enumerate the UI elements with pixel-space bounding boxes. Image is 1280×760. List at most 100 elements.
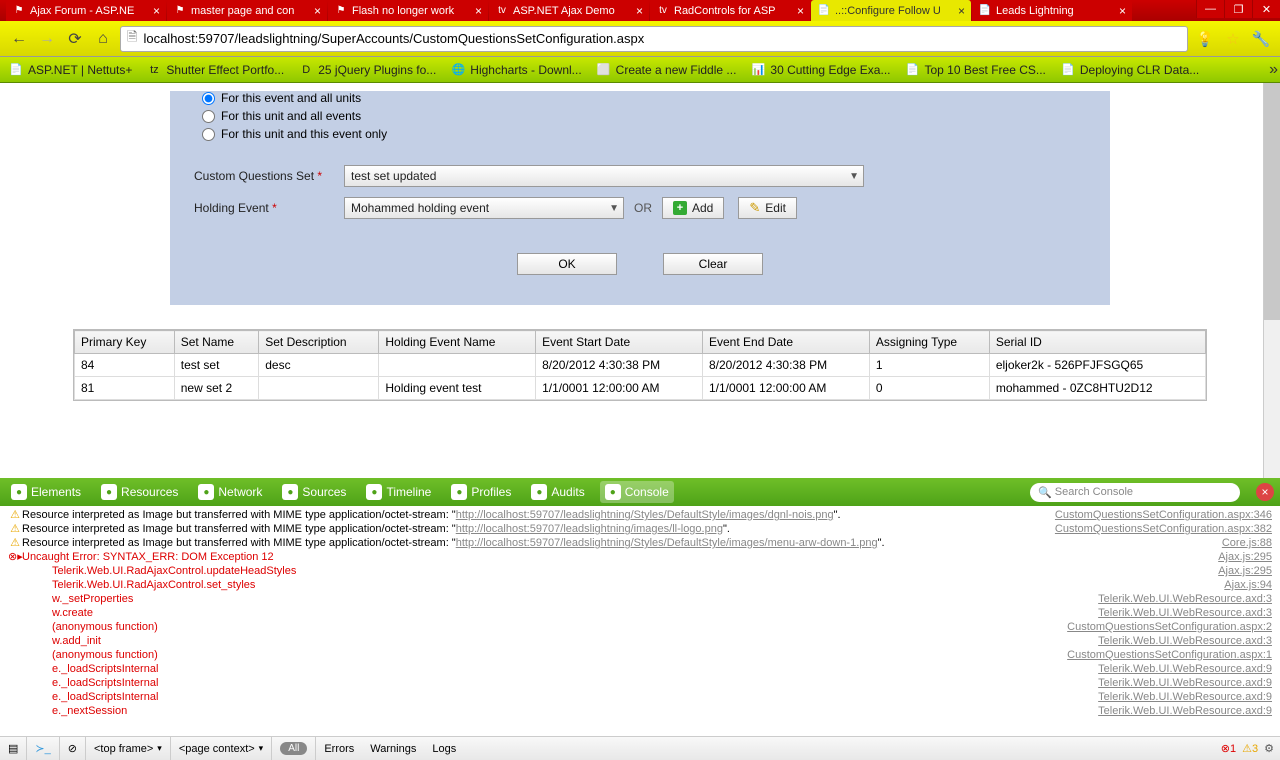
- log-source-link[interactable]: Core.js:88: [1222, 536, 1272, 550]
- grid-header[interactable]: Set Description: [259, 331, 379, 354]
- devtools-tab-resources[interactable]: ●Resources: [96, 481, 183, 503]
- filter-logs[interactable]: Logs: [424, 737, 464, 760]
- bookmark-item[interactable]: ⬜Create a new Fiddle ...: [596, 62, 737, 78]
- stack-source-link[interactable]: Ajax.js:94: [1224, 578, 1272, 592]
- devtools-tab-elements[interactable]: ●Elements: [6, 481, 86, 503]
- log-source-link[interactable]: CustomQuestionsSetConfiguration.aspx:382: [1055, 522, 1272, 536]
- stack-source-link[interactable]: CustomQuestionsSetConfiguration.aspx:1: [1067, 648, 1272, 662]
- tab-close-icon[interactable]: ×: [958, 4, 965, 18]
- address-input[interactable]: [143, 31, 1181, 46]
- tab-close-icon[interactable]: ×: [153, 4, 160, 18]
- wrench-icon[interactable]: 🔧: [1250, 28, 1272, 50]
- bookmark-item[interactable]: D25 jQuery Plugins fo...: [298, 62, 436, 78]
- browser-tab[interactable]: ⚑Flash no longer work×: [328, 0, 488, 21]
- add-button[interactable]: + Add: [662, 197, 724, 219]
- grid-header[interactable]: Set Name: [174, 331, 258, 354]
- holding-event-select[interactable]: Mohammed holding event▼: [344, 197, 624, 219]
- stack-source-link[interactable]: Telerik.Web.UI.WebResource.axd:9: [1098, 676, 1272, 690]
- browser-tab[interactable]: ⚑Ajax Forum - ASP.NE×: [6, 0, 166, 21]
- filter-all[interactable]: All: [272, 737, 316, 760]
- stack-source-link[interactable]: Telerik.Web.UI.WebResource.axd:9: [1098, 704, 1272, 718]
- devtools-close-icon[interactable]: ×: [1256, 483, 1274, 501]
- bookmark-item[interactable]: 📊30 Cutting Edge Exa...: [750, 62, 890, 78]
- settings-gear-icon[interactable]: ⚙: [1264, 742, 1274, 755]
- home-button[interactable]: ⌂: [92, 28, 114, 50]
- stack-source-link[interactable]: Ajax.js:295: [1218, 564, 1272, 578]
- log-source-link[interactable]: CustomQuestionsSetConfiguration.aspx:346: [1055, 508, 1272, 522]
- console-output[interactable]: ⚠Resource interpreted as Image but trans…: [0, 506, 1280, 736]
- scope-radio-option[interactable]: For this event and all units: [202, 91, 1086, 105]
- reload-button[interactable]: ⟳: [64, 28, 86, 50]
- devtools-tab-network[interactable]: ●Network: [193, 481, 267, 503]
- stack-source-link[interactable]: CustomQuestionsSetConfiguration.aspx:2: [1067, 620, 1272, 634]
- bookmark-item[interactable]: 📄ASP.NET | Nettuts+: [8, 62, 132, 78]
- radio-input[interactable]: [202, 92, 215, 105]
- browser-tab[interactable]: tvRadControls for ASP×: [650, 0, 810, 21]
- bookmark-item[interactable]: 📄Deploying CLR Data...: [1060, 62, 1199, 78]
- grid-header[interactable]: Event End Date: [703, 331, 870, 354]
- grid-header[interactable]: Event Start Date: [536, 331, 703, 354]
- console-search[interactable]: 🔍 Search Console: [1030, 483, 1240, 502]
- back-button[interactable]: ←: [8, 28, 30, 50]
- bookmarks-overflow-icon[interactable]: »: [1269, 61, 1278, 78]
- tab-close-icon[interactable]: ×: [475, 4, 482, 18]
- tab-close-icon[interactable]: ×: [1119, 4, 1126, 18]
- tab-close-icon[interactable]: ×: [314, 4, 321, 18]
- browser-tab[interactable]: ⚑master page and con×: [167, 0, 327, 21]
- plus-icon: +: [673, 201, 687, 215]
- address-bar[interactable]: 🗎: [120, 26, 1188, 52]
- clear-console-icon[interactable]: ⊘: [60, 737, 86, 760]
- radio-input[interactable]: [202, 128, 215, 141]
- grid-header[interactable]: Holding Event Name: [379, 331, 536, 354]
- forward-button[interactable]: →: [36, 28, 58, 50]
- stack-source-link[interactable]: Telerik.Web.UI.WebResource.axd:9: [1098, 662, 1272, 676]
- warning-count-badge[interactable]: ⚠3: [1242, 742, 1258, 755]
- devtools-tab-timeline[interactable]: ●Timeline: [361, 481, 436, 503]
- devtools-tab-profiles[interactable]: ●Profiles: [446, 481, 516, 503]
- minimize-button[interactable]: —: [1196, 0, 1224, 18]
- context-selector[interactable]: <page context> ▾: [171, 737, 272, 760]
- grid-header[interactable]: Primary Key: [75, 331, 175, 354]
- tab-title: RadControls for ASP: [674, 5, 793, 17]
- filter-errors[interactable]: Errors: [316, 737, 362, 760]
- bookmark-item[interactable]: 🌐Highcharts - Downl...: [450, 62, 581, 78]
- stack-source-link[interactable]: Telerik.Web.UI.WebResource.axd:9: [1098, 690, 1272, 704]
- tab-close-icon[interactable]: ×: [636, 4, 643, 18]
- devtools-tab-sources[interactable]: ●Sources: [277, 481, 351, 503]
- browser-tab[interactable]: tvASP.NET Ajax Demo×: [489, 0, 649, 21]
- tab-close-icon[interactable]: ×: [797, 4, 804, 18]
- bookmark-item[interactable]: tzShutter Effect Portfo...: [146, 62, 284, 78]
- browser-tab[interactable]: 📄..::Configure Follow U×: [811, 0, 971, 21]
- ok-button[interactable]: OK: [517, 253, 617, 275]
- bookmark-item[interactable]: 📄Top 10 Best Free CS...: [904, 62, 1045, 78]
- console-prompt-icon[interactable]: ≻_: [27, 737, 59, 760]
- browser-tab[interactable]: 📄Leads Lightning×: [972, 0, 1132, 21]
- frame-selector[interactable]: <top frame> ▾: [86, 737, 171, 760]
- stack-source-link[interactable]: Telerik.Web.UI.WebResource.axd:3: [1098, 606, 1272, 620]
- scope-radio-option[interactable]: For this unit and this event only: [202, 127, 1086, 141]
- grid-header[interactable]: Serial ID: [989, 331, 1205, 354]
- console-toggle-icon[interactable]: ▤: [0, 737, 27, 760]
- grid-cell: mohammed - 0ZC8HTU2D12: [989, 377, 1205, 400]
- log-source-link[interactable]: Ajax.js:295: [1218, 550, 1272, 564]
- error-count-badge[interactable]: ⊗1: [1221, 742, 1236, 755]
- maximize-button[interactable]: ❐: [1224, 0, 1252, 18]
- table-row[interactable]: 81new set 2Holding event test1/1/0001 12…: [75, 377, 1206, 400]
- vertical-scrollbar[interactable]: [1263, 83, 1280, 478]
- zoom-icon[interactable]: 💡: [1194, 28, 1216, 50]
- close-button[interactable]: ✕: [1252, 0, 1280, 18]
- cqs-select[interactable]: test set updated▼: [344, 165, 864, 187]
- bookmark-favicon-icon: 📄: [8, 62, 24, 78]
- table-row[interactable]: 84test setdesc8/20/2012 4:30:38 PM8/20/2…: [75, 354, 1206, 377]
- scope-radio-option[interactable]: For this unit and all events: [202, 109, 1086, 123]
- devtools-tab-console[interactable]: ●Console: [600, 481, 674, 503]
- bookmark-star-icon[interactable]: ☆: [1222, 28, 1244, 50]
- stack-source-link[interactable]: Telerik.Web.UI.WebResource.axd:3: [1098, 634, 1272, 648]
- clear-button[interactable]: Clear: [663, 253, 763, 275]
- grid-header[interactable]: Assigning Type: [869, 331, 989, 354]
- filter-warnings[interactable]: Warnings: [362, 737, 424, 760]
- devtools-tab-audits[interactable]: ●Audits: [526, 481, 589, 503]
- edit-button[interactable]: ✎ Edit: [738, 197, 797, 219]
- radio-input[interactable]: [202, 110, 215, 123]
- stack-source-link[interactable]: Telerik.Web.UI.WebResource.axd:3: [1098, 592, 1272, 606]
